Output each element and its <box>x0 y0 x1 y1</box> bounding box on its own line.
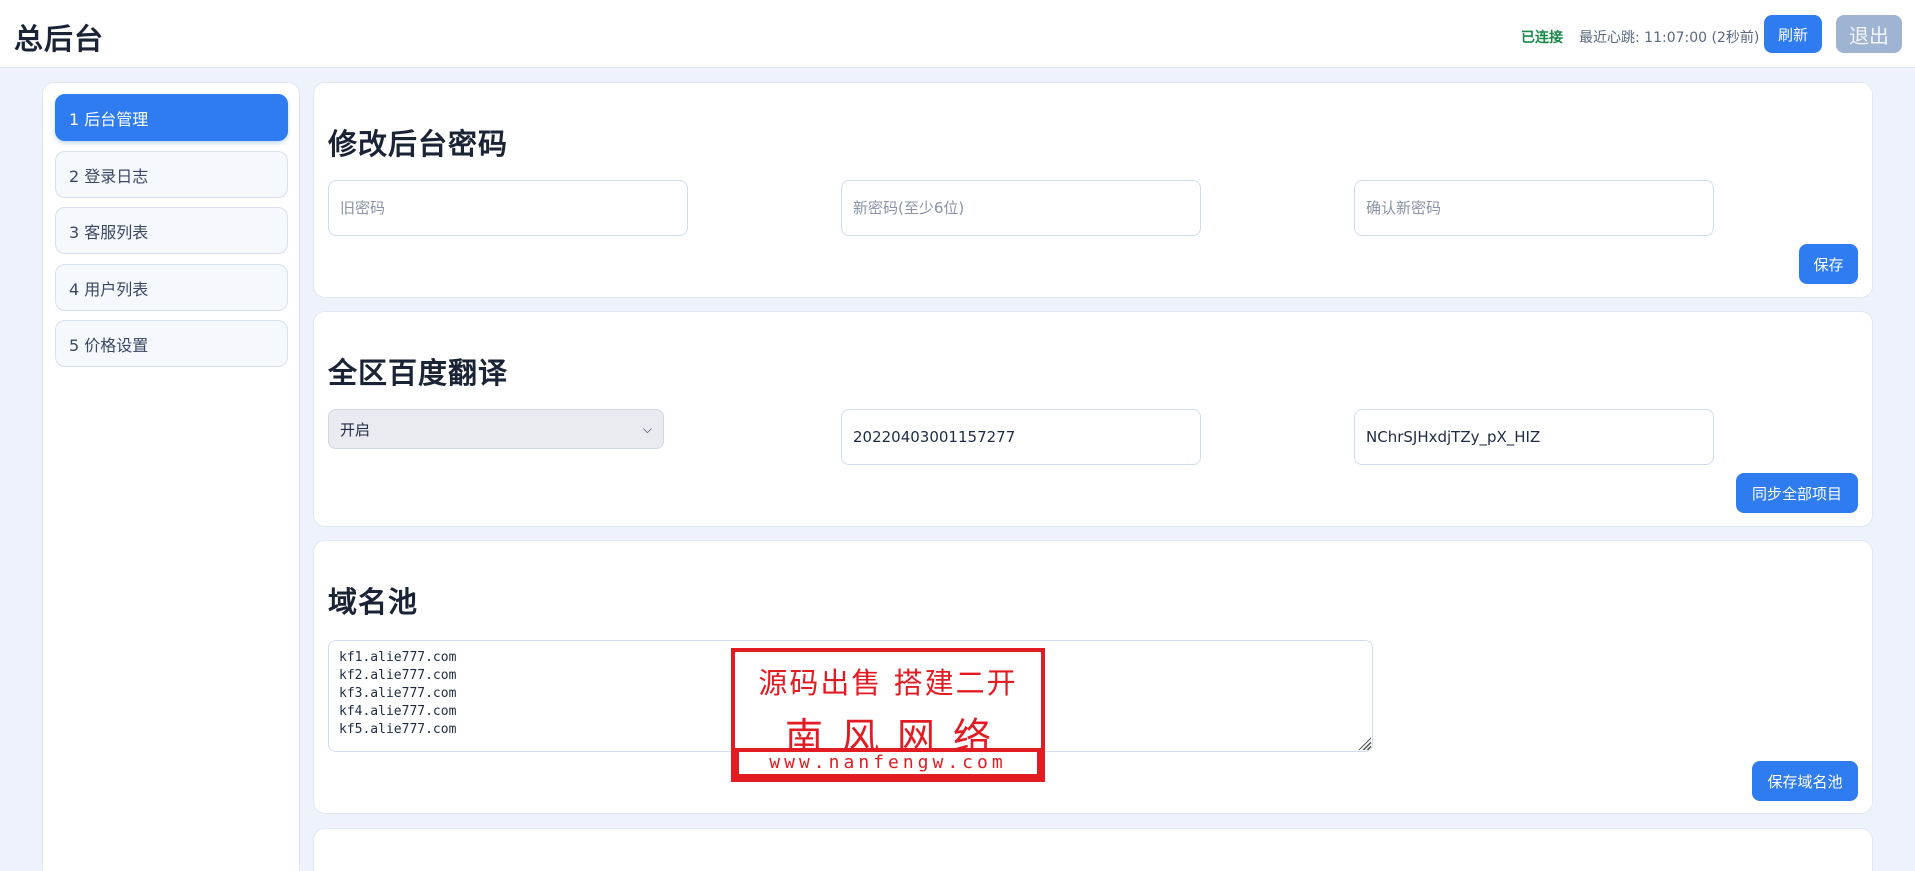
sidebar-item-pricing[interactable]: 5 价格设置 <box>55 320 288 367</box>
password-card: 修改后台密码 保存 <box>313 82 1873 298</box>
next-card <box>313 828 1873 871</box>
translate-toggle-value: 开启 <box>340 420 371 439</box>
refresh-button[interactable]: 刷新 <box>1764 15 1822 53</box>
connection-status: 已连接 <box>1521 30 1563 46</box>
sidebar-item-users[interactable]: 4 用户列表 <box>55 264 288 311</box>
watermark-url: www.nanfengw.com <box>739 752 1037 774</box>
sidebar-item-login-log[interactable]: 2 登录日志 <box>55 151 288 198</box>
heartbeat-status: 最近心跳: 11:07:00 (2秒前) <box>1579 30 1760 46</box>
logout-button[interactable]: 退出 <box>1836 15 1902 53</box>
top-bar: 总后台 已连接 最近心跳: 11:07:00 (2秒前) 刷新 退出 <box>0 0 1915 68</box>
translate-toggle-select[interactable]: 开启 ⌵ <box>328 409 664 449</box>
sidebar-item-admin[interactable]: 1 后台管理 <box>55 94 288 141</box>
translate-card-title: 全区百度翻译 <box>328 356 509 390</box>
confirm-password-input[interactable] <box>1354 180 1714 236</box>
watermark-line1: 源码出售 搭建二开 <box>758 666 1018 700</box>
watermark-stamp: 源码出售 搭建二开 南风网络 www.nanfengw.com <box>731 648 1045 782</box>
sidebar: 1 后台管理 2 登录日志 3 客服列表 4 用户列表 5 价格设置 <box>42 82 300 871</box>
baidu-appid-input[interactable] <box>841 409 1201 465</box>
sync-all-button[interactable]: 同步全部项目 <box>1736 473 1858 513</box>
chevron-down-icon: ⌵ <box>642 421 652 436</box>
password-card-title: 修改后台密码 <box>328 127 509 161</box>
resize-grip-icon[interactable] <box>1357 736 1371 750</box>
sidebar-item-agents[interactable]: 3 客服列表 <box>55 207 288 254</box>
app-title: 总后台 <box>14 22 105 56</box>
save-password-button[interactable]: 保存 <box>1799 244 1858 284</box>
save-domains-button[interactable]: 保存域名池 <box>1752 761 1858 801</box>
new-password-input[interactable] <box>841 180 1201 236</box>
baidu-secret-input[interactable] <box>1354 409 1714 465</box>
translate-card: 全区百度翻译 开启 ⌵ 同步全部项目 <box>313 311 1873 527</box>
old-password-input[interactable] <box>328 180 688 236</box>
domain-card-title: 域名池 <box>328 585 419 619</box>
domain-card: 域名池 kf1.alie777.com kf2.alie777.com kf3.… <box>313 540 1873 814</box>
